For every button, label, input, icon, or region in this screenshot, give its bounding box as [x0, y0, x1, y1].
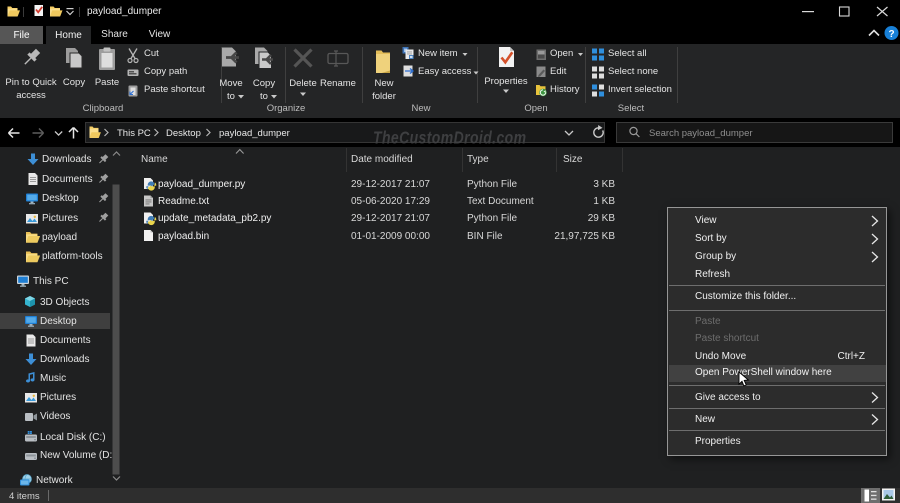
svg-text:?: ?: [888, 29, 894, 40]
